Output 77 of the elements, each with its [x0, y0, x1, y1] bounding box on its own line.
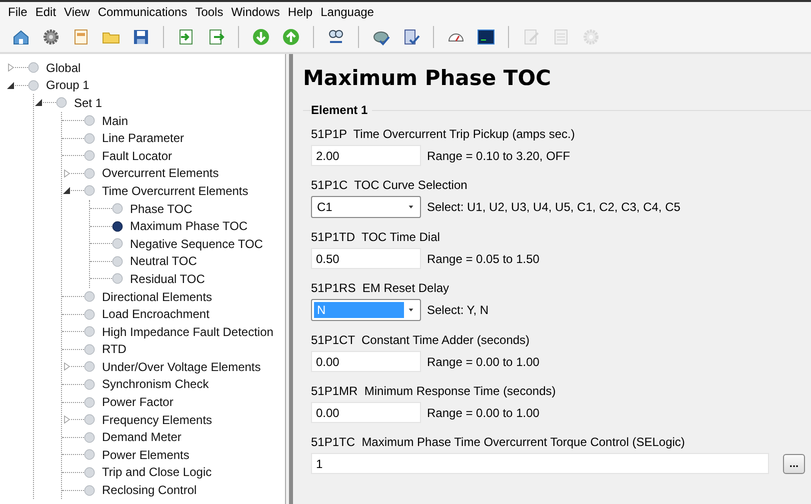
tree-item[interactable]: Directional Elements [102, 290, 212, 304]
menu-item[interactable]: Edit [31, 3, 60, 21]
tree-item[interactable]: Time Overcurrent Elements [102, 184, 248, 198]
input-field[interactable]: 0.00 [311, 351, 421, 372]
range-hint: Select: Y, N [427, 303, 489, 317]
export-icon [207, 28, 225, 46]
tree-item[interactable]: Reclosing Control [102, 483, 197, 498]
setting-label: 51P1C TOC Curve Selection [311, 178, 468, 192]
tree-item[interactable]: Residual TOC [130, 272, 205, 286]
save-icon [132, 28, 150, 46]
section-title: Element 1 [311, 103, 372, 117]
database-check-icon [402, 28, 420, 46]
tree-item[interactable]: Trip and Close Logic [102, 465, 212, 480]
input-field[interactable]: 2.00 [311, 145, 421, 166]
edit-document-icon [522, 28, 540, 46]
range-hint: Range = 0.10 to 3.20, OFF [427, 148, 570, 162]
tree-item[interactable]: Negative Sequence TOC [130, 236, 263, 251]
tree-item[interactable]: Frequency Elements [102, 412, 212, 427]
menu-item[interactable]: Tools [191, 3, 228, 21]
collapse-icon[interactable] [34, 98, 43, 108]
tree-item[interactable]: Synchronism Check [102, 377, 209, 392]
tree-item[interactable]: RTD [102, 342, 126, 356]
home-icon [12, 28, 30, 46]
expand-icon[interactable] [6, 63, 15, 72]
menu-item[interactable]: Language [316, 3, 378, 21]
collapse-icon[interactable] [62, 186, 71, 196]
setting-label: 51P1TD TOC Time Dial [311, 230, 440, 244]
upload-icon [282, 28, 300, 46]
tree-item[interactable]: Overcurrent Elements [102, 166, 219, 180]
document-icon [72, 28, 90, 46]
menu-item[interactable]: Windows [227, 3, 284, 21]
dropdown[interactable]: C1 [311, 196, 421, 218]
tree-item[interactable]: Set 1 [74, 96, 102, 110]
download-icon [252, 28, 270, 46]
document-icon [552, 28, 570, 46]
range-hint: Range = 0.00 to 1.00 [427, 406, 540, 420]
setting-label: 51P1RS EM Reset Delay [311, 281, 450, 295]
range-hint: Select: U1, U2, U3, U4, U5, C1, C2, C3, C4, C5 [427, 200, 680, 214]
collapse-icon[interactable] [6, 80, 15, 90]
page-title: Maximum Phase TOC [303, 66, 551, 90]
expand-icon[interactable] [62, 415, 71, 424]
input-field[interactable]: 1 [311, 453, 769, 474]
tree-item[interactable]: Power Factor [102, 395, 174, 410]
gear-icon [42, 28, 60, 46]
menu-item[interactable]: Help [284, 3, 317, 21]
browse-button[interactable]: ... [783, 454, 805, 474]
input-field[interactable]: 0.00 [311, 402, 421, 423]
tree-item[interactable]: Neutral TOC [130, 254, 197, 268]
tree-item[interactable]: Fault Locator [102, 148, 172, 163]
gear-icon [582, 28, 600, 46]
terminal-icon [477, 28, 495, 46]
setting-label: 51P1P Time Overcurrent Trip Pickup (amps sec.) [311, 127, 575, 141]
menu-item[interactable]: File [4, 3, 32, 21]
range-hint: Range = 0.00 to 1.00 [427, 354, 540, 368]
caret-icon [407, 306, 415, 314]
menu-item[interactable]: Communications [94, 3, 192, 21]
caret-icon [407, 203, 415, 211]
input-field[interactable]: 0.50 [311, 248, 421, 269]
tree-item[interactable]: Line Parameter [102, 131, 184, 146]
tree-item[interactable]: Global [46, 60, 81, 75]
tree-item[interactable]: Main [102, 114, 128, 128]
tree-item[interactable]: Group 1 [46, 78, 90, 92]
range-hint: Range = 0.05 to 1.50 [427, 252, 540, 266]
tree-item[interactable]: High Impedance Fault Detection [102, 324, 274, 339]
tree-item[interactable]: Phase TOC [130, 202, 192, 216]
tree-item[interactable]: Load Encroachment [102, 307, 210, 322]
setting-label: 51P1TC Maximum Phase Time Overcurrent Torque Control (SELogic) [311, 435, 685, 449]
tree-item[interactable]: Maximum Phase TOC [130, 219, 248, 234]
tree-item[interactable]: Demand Meter [102, 430, 182, 444]
tree-item[interactable]: Under/Over Voltage Elements [102, 360, 261, 374]
tree-item[interactable]: Power Elements [102, 448, 190, 462]
expand-icon[interactable] [62, 362, 71, 372]
setting-label: 51P1CT Constant Time Adder (seconds) [311, 333, 530, 347]
setting-label: 51P1MR Minimum Response Time (seconds) [311, 384, 556, 398]
import-icon [177, 28, 195, 46]
expand-icon[interactable] [62, 168, 71, 178]
menu-item[interactable]: View [60, 3, 94, 21]
